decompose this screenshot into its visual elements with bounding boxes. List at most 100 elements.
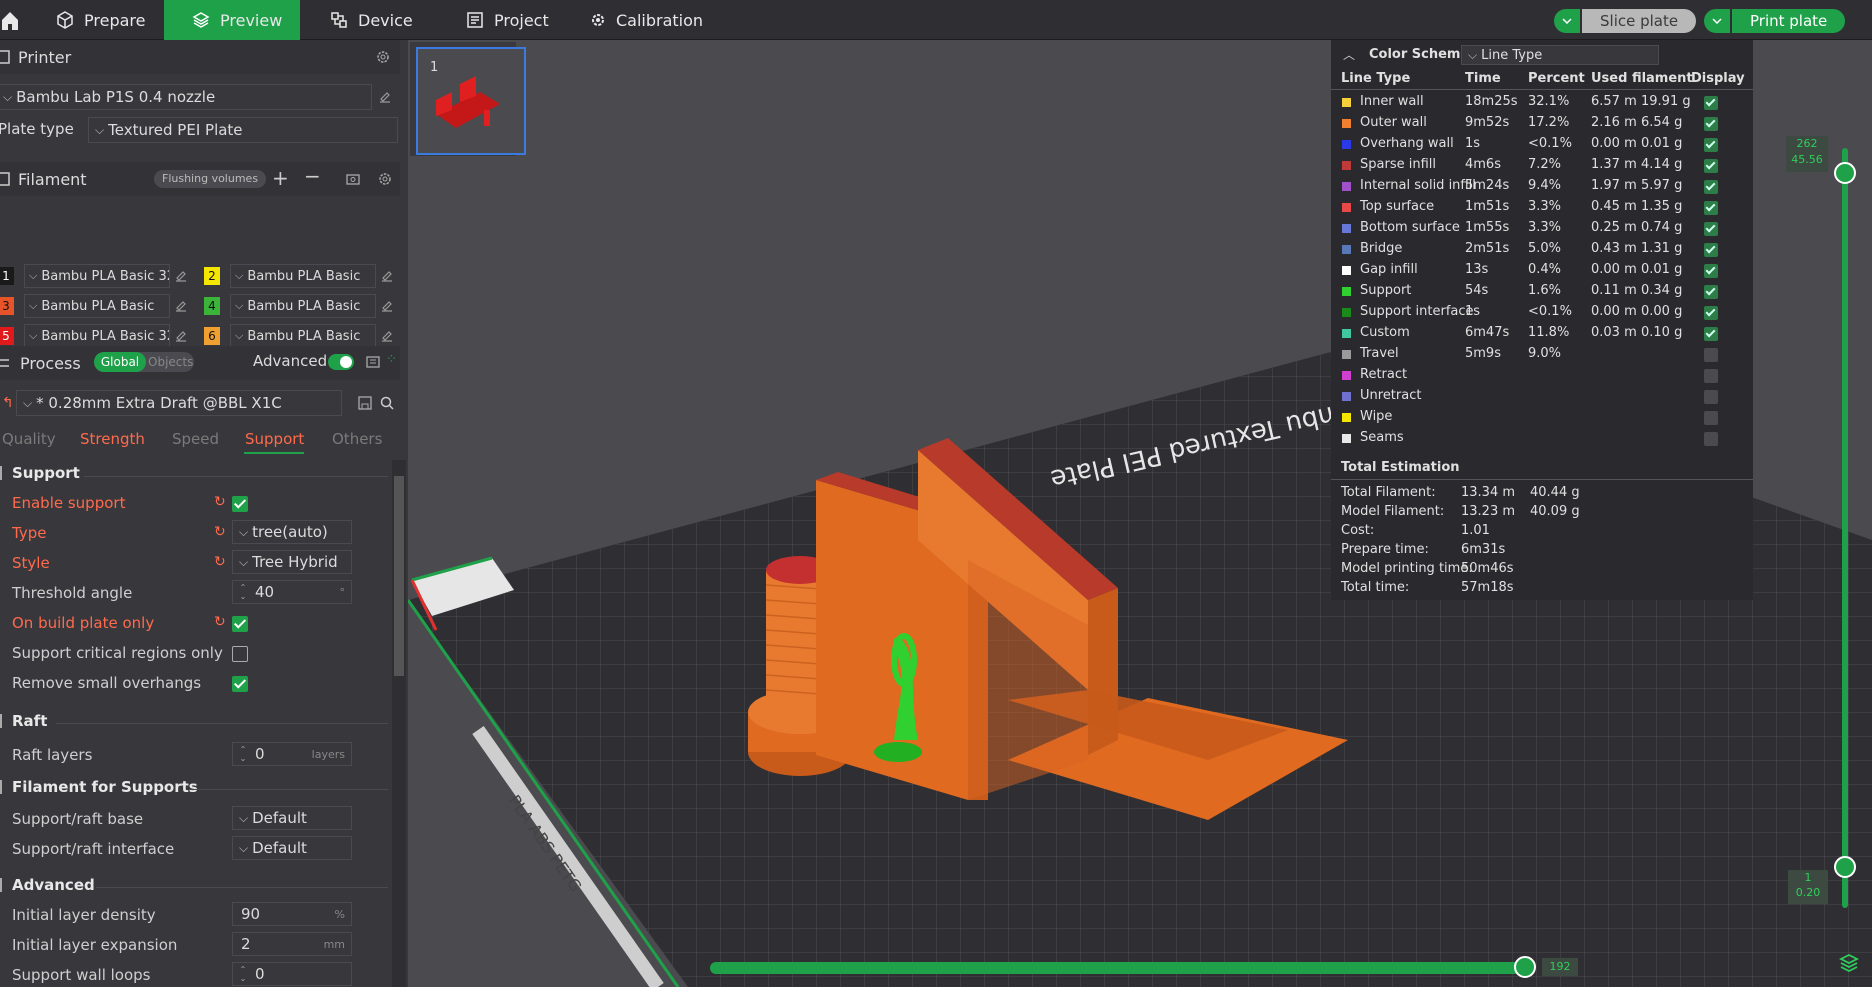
raft-layers-input[interactable]: ⌃ ⌄ 0 layers [232, 742, 352, 766]
tab-strength[interactable]: Strength [80, 430, 145, 448]
tab-preview[interactable]: Preview [164, 0, 300, 40]
filament-slot-number[interactable]: 4 [204, 297, 220, 315]
global-toggle[interactable]: Global [94, 352, 146, 372]
printer-settings-gear-icon[interactable] [376, 50, 390, 64]
reset-icon[interactable]: ↻ [214, 494, 228, 510]
advanced-toggle[interactable] [328, 354, 354, 370]
tab-device[interactable]: Device [330, 0, 440, 40]
layers-icon[interactable] [1838, 952, 1860, 974]
display-checkbox[interactable] [1704, 180, 1718, 194]
flushing-volumes-button[interactable]: Flushing volumes [154, 170, 267, 188]
tab-quality[interactable]: Quality [2, 430, 56, 448]
plate-type-select[interactable]: ⌵ Textured PEI Plate [88, 117, 398, 143]
line-type-percent: 7.2% [1528, 157, 1562, 172]
slice-plate-button[interactable]: Slice plate [1554, 9, 1697, 33]
display-checkbox[interactable] [1704, 432, 1718, 446]
reset-icon[interactable]: ↻ [214, 554, 228, 570]
reset-icon[interactable]: ↻ [214, 614, 228, 630]
collapse-icon[interactable]: ︿ [1343, 46, 1355, 63]
move-slider-track[interactable] [710, 962, 1530, 974]
print-options-chevron[interactable] [1704, 9, 1730, 33]
raft-base-select[interactable]: ⌵ Default [232, 806, 352, 830]
tab-speed[interactable]: Speed [172, 430, 219, 448]
display-checkbox[interactable] [1704, 222, 1718, 236]
stepper-arrows[interactable]: ⌃ ⌄ [235, 965, 251, 983]
support-style-select[interactable]: ⌵ Tree Hybrid [232, 550, 352, 574]
filament-select[interactable]: ⌵ Bambu PLA Basic 32 [24, 264, 170, 288]
search-icon[interactable] [380, 396, 394, 410]
filament-select[interactable]: ⌵Bambu PLA Basic [24, 294, 170, 318]
edit-icon[interactable] [174, 269, 188, 283]
edit-icon[interactable] [380, 299, 394, 313]
filament-slot-number[interactable]: 2 [204, 267, 220, 285]
critical-regions-checkbox[interactable] [232, 646, 248, 662]
filament-select[interactable]: ⌵Bambu PLA Basic [230, 294, 376, 318]
display-checkbox[interactable] [1704, 96, 1718, 110]
tab-support[interactable]: Support [245, 430, 304, 448]
layer-slider-track[interactable] [1842, 148, 1848, 908]
edit-icon[interactable] [380, 269, 394, 283]
line-type-name: Outer wall [1360, 115, 1427, 130]
edit-icon[interactable] [380, 329, 394, 343]
move-slider-handle[interactable] [1514, 956, 1536, 978]
printer-preset-select[interactable]: ⌵ Bambu Lab P1S 0.4 nozzle [0, 84, 372, 110]
settings-scrollbar[interactable] [392, 460, 406, 987]
filament-select[interactable]: ⌵ Bambu PLA Basic 32 [24, 324, 170, 348]
filament-slot-number[interactable]: 5 [0, 327, 14, 345]
tab-others[interactable]: Others [332, 430, 382, 448]
stepper-arrows[interactable]: ⌃ ⌄ [235, 583, 251, 601]
display-checkbox[interactable] [1704, 369, 1718, 383]
save-icon[interactable] [358, 396, 372, 410]
layer-slider-bottom-handle[interactable] [1834, 856, 1856, 878]
raft-interface-select[interactable]: ⌵ Default [232, 836, 352, 860]
filament-settings-gear-icon[interactable] [378, 172, 392, 186]
add-filament-icon[interactable]: + [272, 166, 289, 190]
home-icon[interactable] [0, 8, 20, 32]
print-plate-button[interactable]: Print plate [1704, 9, 1846, 33]
filament-slot-number[interactable]: 6 [204, 327, 220, 345]
sync-filament-icon[interactable] [346, 172, 360, 186]
edit-icon[interactable] [174, 329, 188, 343]
display-checkbox[interactable] [1704, 390, 1718, 404]
color-scheme-select[interactable]: ⌵ Line Type [1461, 45, 1659, 65]
threshold-angle-input[interactable]: ⌃ ⌄ 40 ° [232, 580, 352, 604]
tab-calibration[interactable]: Calibration [590, 0, 720, 40]
support-type-select[interactable]: ⌵ tree(auto) [232, 520, 352, 544]
tab-prepare[interactable]: Prepare [40, 0, 164, 40]
display-checkbox[interactable] [1704, 138, 1718, 152]
process-preset-select[interactable]: ⌵ * 0.28mm Extra Draft @BBL X1C [16, 390, 342, 416]
line-type-name: Sparse infill [1360, 157, 1436, 172]
small-overhangs-checkbox[interactable] [232, 676, 248, 692]
build-plate-only-checkbox[interactable] [232, 616, 248, 632]
layer-slider-top-handle[interactable] [1834, 162, 1856, 184]
display-checkbox[interactable] [1704, 306, 1718, 320]
display-checkbox[interactable] [1704, 348, 1718, 362]
reset-icon[interactable]: ↻ [214, 524, 228, 540]
remove-filament-icon[interactable]: − [304, 164, 321, 188]
enable-support-checkbox[interactable] [232, 496, 248, 512]
display-checkbox[interactable] [1704, 327, 1718, 341]
edit-icon[interactable] [378, 90, 392, 104]
stepper-arrows[interactable]: ⌃ ⌄ [235, 745, 251, 763]
display-checkbox[interactable] [1704, 243, 1718, 257]
edit-icon[interactable] [174, 299, 188, 313]
display-checkbox[interactable] [1704, 201, 1718, 215]
process-extra-icon[interactable]: ⁘ [386, 352, 397, 367]
filament-slot-number[interactable]: 3 [0, 297, 14, 315]
filament-select[interactable]: ⌵Bambu PLA Basic [230, 324, 376, 348]
initial-layer-expansion-input[interactable]: 2 mm [232, 932, 352, 956]
slice-options-chevron[interactable] [1554, 9, 1580, 33]
compare-icon[interactable] [366, 355, 380, 369]
display-checkbox[interactable] [1704, 159, 1718, 173]
display-checkbox[interactable] [1704, 264, 1718, 278]
filament-select[interactable]: ⌵Bambu PLA Basic [230, 264, 376, 288]
support-wall-loops-input[interactable]: ⌃ ⌄ 0 [232, 962, 352, 986]
initial-layer-density-input[interactable]: 90 % [232, 902, 352, 926]
objects-toggle[interactable]: Objects [148, 355, 193, 369]
display-checkbox[interactable] [1704, 411, 1718, 425]
filament-slot-number[interactable]: 1 [0, 267, 14, 285]
tab-project[interactable]: Project [466, 0, 576, 40]
display-checkbox[interactable] [1704, 117, 1718, 131]
display-checkbox[interactable] [1704, 285, 1718, 299]
chevron-down-icon: ⌵ [29, 329, 38, 342]
